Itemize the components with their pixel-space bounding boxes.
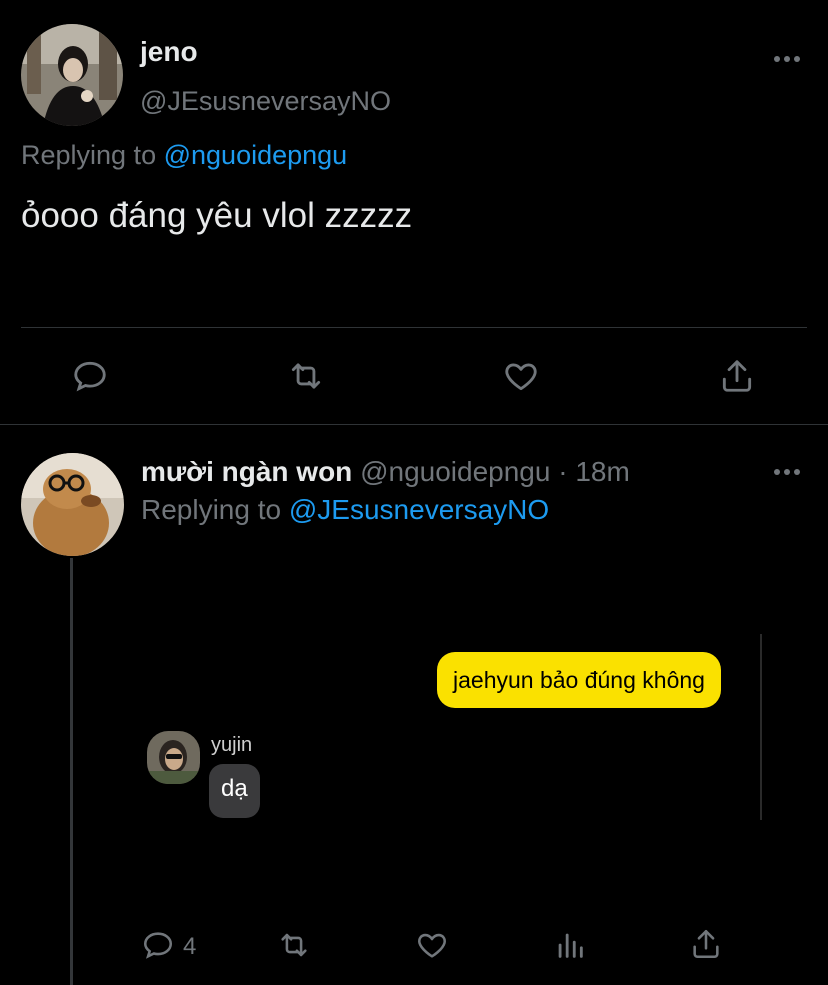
more-horizontal-icon[interactable] [773,54,801,64]
avatar-jeno[interactable] [21,24,123,126]
replying-to: Replying to @JEsusneversayNO [141,494,549,526]
handle[interactable]: @nguoidepngu [360,456,550,487]
heart-icon[interactable] [501,357,541,395]
sent-message-bubble: jaehyun bảo đúng không [437,652,721,708]
sender-avatar [147,731,200,784]
share-icon[interactable] [689,926,723,962]
reply-bubble-icon[interactable] [141,928,175,962]
divider [21,327,807,328]
share-icon[interactable] [718,356,756,396]
replying-handle-link[interactable]: @nguoidepngu [164,140,348,170]
thread-line [70,558,73,985]
retweet-icon[interactable] [285,357,327,395]
more-horizontal-icon[interactable] [773,467,801,477]
heart-icon[interactable] [414,928,450,962]
sender-name: yujin [211,734,253,756]
replying-to: Replying to @nguoidepngu [21,140,347,171]
handle[interactable]: @JEsusneversayNO [140,86,391,117]
display-name[interactable]: jeno [140,36,198,68]
section-divider [0,424,828,425]
replying-prefix: Replying to [21,140,157,170]
replying-prefix: Replying to [141,494,282,525]
reply-bubble-icon[interactable] [71,357,109,395]
retweet-icon[interactable] [275,928,313,962]
display-name[interactable]: mười ngàn won [141,456,352,487]
timestamp[interactable]: 18m [575,456,629,487]
chat-edge-line [760,634,762,820]
reply-count: 4 [183,933,197,960]
tweet-header: mười ngàn won @nguoidepngu · 18m [141,456,630,488]
avatar-nguoidepngu[interactable] [21,453,124,556]
replying-handle-link[interactable]: @JEsusneversayNO [289,494,549,525]
tweet-text: ỏooo đáng yêu vlol zzzzz [21,196,413,235]
received-message-bubble: dạ [209,764,260,818]
analytics-icon[interactable] [553,928,587,962]
chat-image[interactable]: jaehyun bảo đúng không yujin dạ [141,630,763,820]
separator: · [558,456,568,487]
